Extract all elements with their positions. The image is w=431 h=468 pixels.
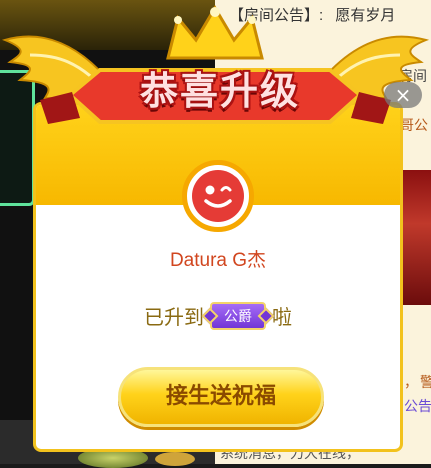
modal-title: 恭喜升级	[139, 69, 300, 113]
level-up-modal: Datura G杰 已升到 公爵 啦 接生送祝福	[33, 102, 403, 452]
chat-red-banner	[400, 170, 431, 305]
chat-fragment-3: ，	[404, 374, 418, 390]
chat-fragment-5: 公告	[404, 398, 431, 414]
upgrade-prefix: 已升到	[144, 305, 204, 329]
send-blessing-button[interactable]: 接生送祝福	[118, 367, 324, 427]
close-icon[interactable]: ×	[384, 82, 422, 108]
username: Datura G杰	[169, 250, 267, 271]
chat-fragment-4: 警	[420, 374, 431, 390]
smiling-face-avatar-icon	[192, 170, 244, 222]
rank-badge: 公爵	[210, 301, 266, 330]
upgrade-message: 已升到 公爵 啦	[36, 301, 400, 330]
upgrade-suffix: 啦	[272, 305, 292, 329]
crown-icon	[166, 5, 264, 60]
user-avatar	[182, 160, 254, 232]
